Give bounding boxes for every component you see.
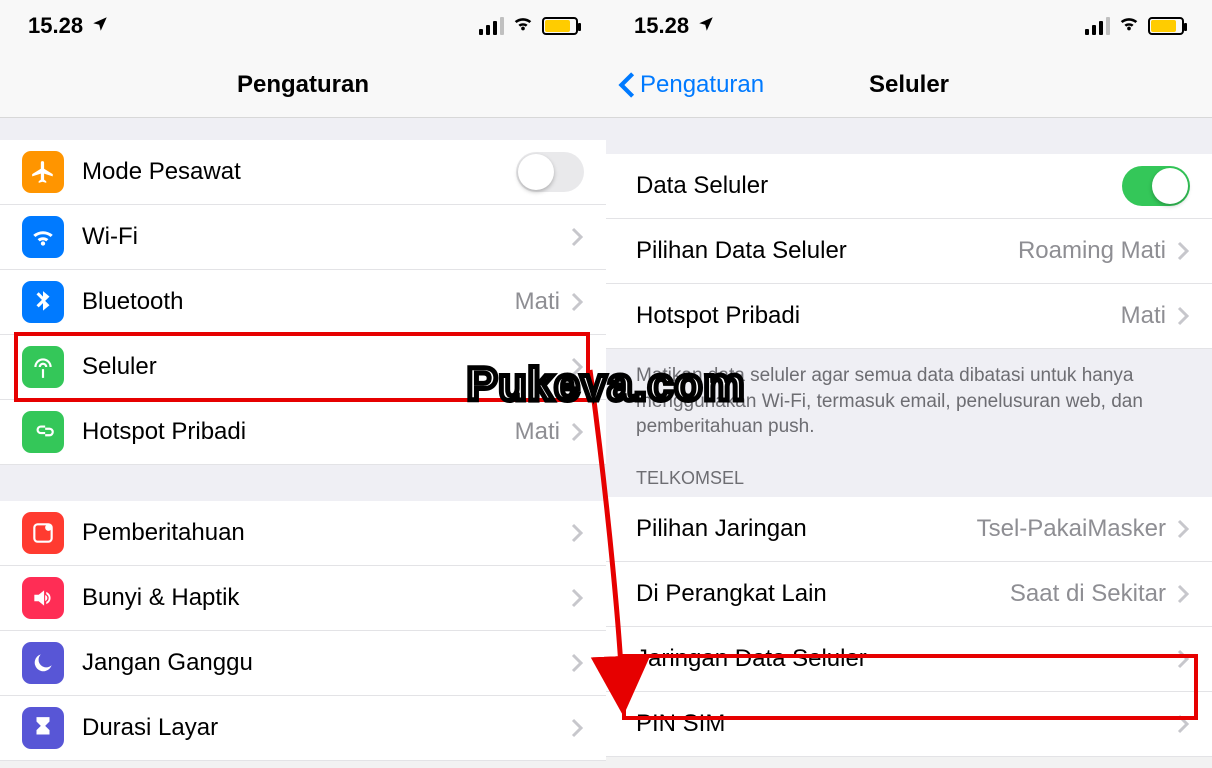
- notifications-icon: [22, 512, 64, 554]
- row-personal-hotspot[interactable]: Hotspot Pribadi Mati: [0, 400, 606, 465]
- row-label: Seluler: [82, 353, 157, 381]
- airplane-toggle[interactable]: [516, 152, 584, 192]
- hourglass-icon: [22, 707, 64, 749]
- row-bluetooth[interactable]: Bluetooth Mati: [0, 270, 606, 335]
- nav-bar: Pengaturan Seluler: [606, 52, 1212, 118]
- row-value: Roaming Mati: [1018, 237, 1166, 265]
- cellular-signal-icon: [479, 17, 504, 35]
- cellular-data-toggle[interactable]: [1122, 166, 1190, 206]
- chevron-right-icon: [570, 422, 584, 442]
- nav-bar: Pengaturan: [0, 52, 606, 118]
- row-screen-time[interactable]: Durasi Layar: [0, 696, 606, 761]
- wifi-icon: [22, 216, 64, 258]
- row-on-other-devices[interactable]: Di Perangkat Lain Saat di Sekitar: [606, 562, 1212, 627]
- chevron-right-icon: [570, 357, 584, 377]
- chevron-right-icon: [1176, 241, 1190, 261]
- wifi-icon: [1118, 12, 1140, 40]
- row-notifications[interactable]: Pemberitahuan: [0, 501, 606, 566]
- status-bar: 15.28: [606, 0, 1212, 52]
- row-label: PIN SIM: [636, 710, 725, 738]
- row-label: Data Seluler: [636, 172, 768, 200]
- chevron-right-icon: [570, 718, 584, 738]
- row-label: Hotspot Pribadi: [636, 302, 800, 330]
- row-wifi[interactable]: Wi-Fi: [0, 205, 606, 270]
- row-label: Bunyi & Haptik: [82, 584, 239, 612]
- moon-icon: [22, 642, 64, 684]
- link-icon: [22, 411, 64, 453]
- row-value: Tsel-PakaiMasker: [977, 515, 1166, 543]
- section-footer: Matikan data seluler agar semua data dib…: [606, 349, 1212, 450]
- row-value: Mati: [515, 418, 560, 446]
- chevron-right-icon: [570, 292, 584, 312]
- row-value: Mati: [515, 288, 560, 316]
- row-do-not-disturb[interactable]: Jangan Ganggu: [0, 631, 606, 696]
- row-label: Hotspot Pribadi: [82, 418, 246, 446]
- status-bar: 15.28: [0, 0, 606, 52]
- chevron-right-icon: [570, 523, 584, 543]
- battery-icon: [542, 17, 578, 35]
- speaker-icon: [22, 577, 64, 619]
- chevron-right-icon: [570, 653, 584, 673]
- battery-icon: [1148, 17, 1184, 35]
- row-label: Pemberitahuan: [82, 519, 245, 547]
- airplane-icon: [22, 151, 64, 193]
- row-label: Wi-Fi: [82, 223, 138, 251]
- row-value: Mati: [1121, 302, 1166, 330]
- chevron-right-icon: [1176, 306, 1190, 326]
- bluetooth-icon: [22, 281, 64, 323]
- row-label: Jangan Ganggu: [82, 649, 253, 677]
- row-label: Jaringan Data Seluler: [636, 645, 867, 673]
- back-button[interactable]: Pengaturan: [618, 71, 764, 99]
- page-title: Seluler: [869, 71, 949, 99]
- row-cellular[interactable]: Seluler: [0, 335, 606, 400]
- location-icon: [91, 13, 109, 39]
- chevron-right-icon: [1176, 519, 1190, 539]
- section-header-carrier: TELKOMSEL: [606, 450, 1212, 497]
- row-label: Bluetooth: [82, 288, 183, 316]
- row-label: Di Perangkat Lain: [636, 580, 827, 608]
- row-value: Saat di Sekitar: [1010, 580, 1166, 608]
- chevron-right-icon: [570, 227, 584, 247]
- wifi-icon: [512, 12, 534, 40]
- row-cellular-data[interactable]: Data Seluler: [606, 154, 1212, 219]
- location-icon: [697, 13, 715, 39]
- chevron-right-icon: [1176, 584, 1190, 604]
- chevron-right-icon: [570, 588, 584, 608]
- status-time: 15.28: [28, 13, 83, 39]
- cellular-screen: 15.28 Pengaturan Seluler: [606, 0, 1212, 768]
- row-airplane-mode[interactable]: Mode Pesawat: [0, 140, 606, 205]
- row-label: Mode Pesawat: [82, 158, 241, 186]
- row-personal-hotspot[interactable]: Hotspot Pribadi Mati: [606, 284, 1212, 349]
- row-label: Pilihan Data Seluler: [636, 237, 847, 265]
- settings-screen: 15.28 Pengaturan Mode Pes: [0, 0, 606, 768]
- back-label: Pengaturan: [640, 71, 764, 99]
- chevron-right-icon: [1176, 714, 1190, 734]
- row-network-selection[interactable]: Pilihan Jaringan Tsel-PakaiMasker: [606, 497, 1212, 562]
- row-cellular-data-options[interactable]: Pilihan Data Seluler Roaming Mati: [606, 219, 1212, 284]
- page-title: Pengaturan: [237, 71, 369, 99]
- row-label: Durasi Layar: [82, 714, 218, 742]
- row-sounds[interactable]: Bunyi & Haptik: [0, 566, 606, 631]
- row-sim-pin[interactable]: PIN SIM: [606, 692, 1212, 757]
- row-label: Pilihan Jaringan: [636, 515, 807, 543]
- chevron-right-icon: [1176, 649, 1190, 669]
- antenna-icon: [22, 346, 64, 388]
- cellular-signal-icon: [1085, 17, 1110, 35]
- status-time: 15.28: [634, 13, 689, 39]
- row-cellular-data-network[interactable]: Jaringan Data Seluler: [606, 627, 1212, 692]
